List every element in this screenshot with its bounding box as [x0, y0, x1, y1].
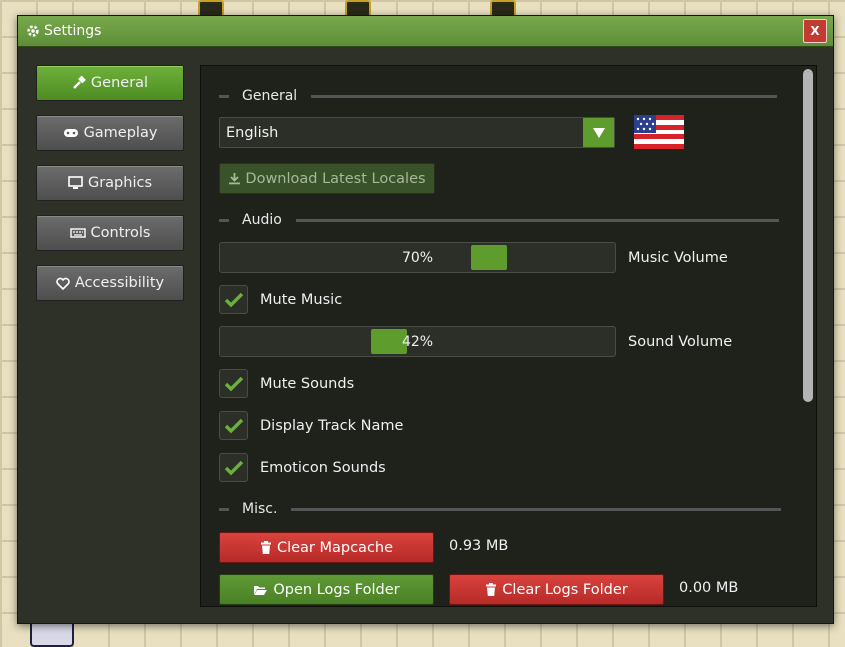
chevron-down-icon[interactable] [583, 118, 614, 147]
section-misc: Misc. [219, 501, 782, 517]
sound-volume-value: 42% [401, 333, 434, 350]
section-audio: Audio [219, 212, 779, 228]
music-volume-slider[interactable]: 70% [219, 242, 616, 273]
hammer-icon [73, 76, 86, 89]
section-title: Misc. [242, 501, 278, 517]
clear-mapcache-button[interactable]: Clear Mapcache [219, 532, 434, 563]
checkbox[interactable] [219, 411, 248, 440]
emoticon-sounds-checkbox[interactable]: Emoticon Sounds [219, 452, 386, 483]
tab-accessibility[interactable]: Accessibility [36, 265, 184, 301]
settings-window: Settings X General Gameplay Graphics Con… [17, 15, 834, 624]
music-volume-value: 70% [401, 249, 434, 266]
folder-open-icon [254, 585, 268, 595]
sound-volume-slider[interactable]: 42% [219, 326, 616, 357]
keyboard-icon [69, 228, 86, 238]
tab-controls[interactable]: Controls [36, 215, 184, 251]
settings-panel: General English Download Latest Locales … [200, 65, 817, 607]
download-icon [229, 173, 241, 185]
scrollbar[interactable] [803, 69, 813, 402]
open-logs-folder-button[interactable]: Open Logs Folder [219, 574, 434, 605]
tab-general[interactable]: General [36, 65, 184, 101]
heart-icon [56, 277, 70, 290]
tab-graphics[interactable]: Graphics [36, 165, 184, 201]
gamepad-icon [63, 129, 78, 137]
window-title: Settings [44, 23, 102, 39]
tab-gameplay[interactable]: Gameplay [36, 115, 184, 151]
settings-nav: General Gameplay Graphics Controls Acces… [36, 65, 184, 315]
close-icon: X [810, 24, 820, 38]
section-title: General [242, 88, 298, 104]
music-volume-label: Music Volume [628, 250, 728, 266]
language-select[interactable]: English [219, 117, 615, 148]
clear-logs-folder-button[interactable]: Clear Logs Folder [449, 574, 664, 605]
mute-music-checkbox[interactable]: Mute Music [219, 284, 342, 315]
settings-body: General Gameplay Graphics Controls Acces… [18, 47, 833, 623]
section-general: General [219, 88, 778, 104]
checkmark-icon [224, 418, 243, 433]
close-button[interactable]: X [803, 19, 827, 43]
trash-icon [260, 541, 271, 554]
us-flag-icon[interactable] [634, 115, 684, 149]
title-bar[interactable]: Settings X [18, 16, 833, 47]
logs-size: 0.00 MB [679, 580, 739, 596]
gear-icon [27, 25, 39, 37]
checkmark-icon [224, 460, 243, 475]
monitor-icon [68, 176, 83, 189]
checkbox[interactable] [219, 285, 248, 314]
download-locales-button[interactable]: Download Latest Locales [219, 163, 435, 194]
trash-icon [486, 583, 497, 596]
checkmark-icon [224, 292, 243, 307]
mute-sounds-checkbox[interactable]: Mute Sounds [219, 368, 354, 399]
checkbox[interactable] [219, 453, 248, 482]
display-track-name-checkbox[interactable]: Display Track Name [219, 410, 403, 441]
mapcache-size: 0.93 MB [449, 538, 509, 554]
checkbox[interactable] [219, 369, 248, 398]
section-title: Audio [242, 212, 282, 228]
language-value: English [226, 124, 279, 141]
checkmark-icon [224, 376, 243, 391]
sound-volume-label: Sound Volume [628, 334, 733, 350]
